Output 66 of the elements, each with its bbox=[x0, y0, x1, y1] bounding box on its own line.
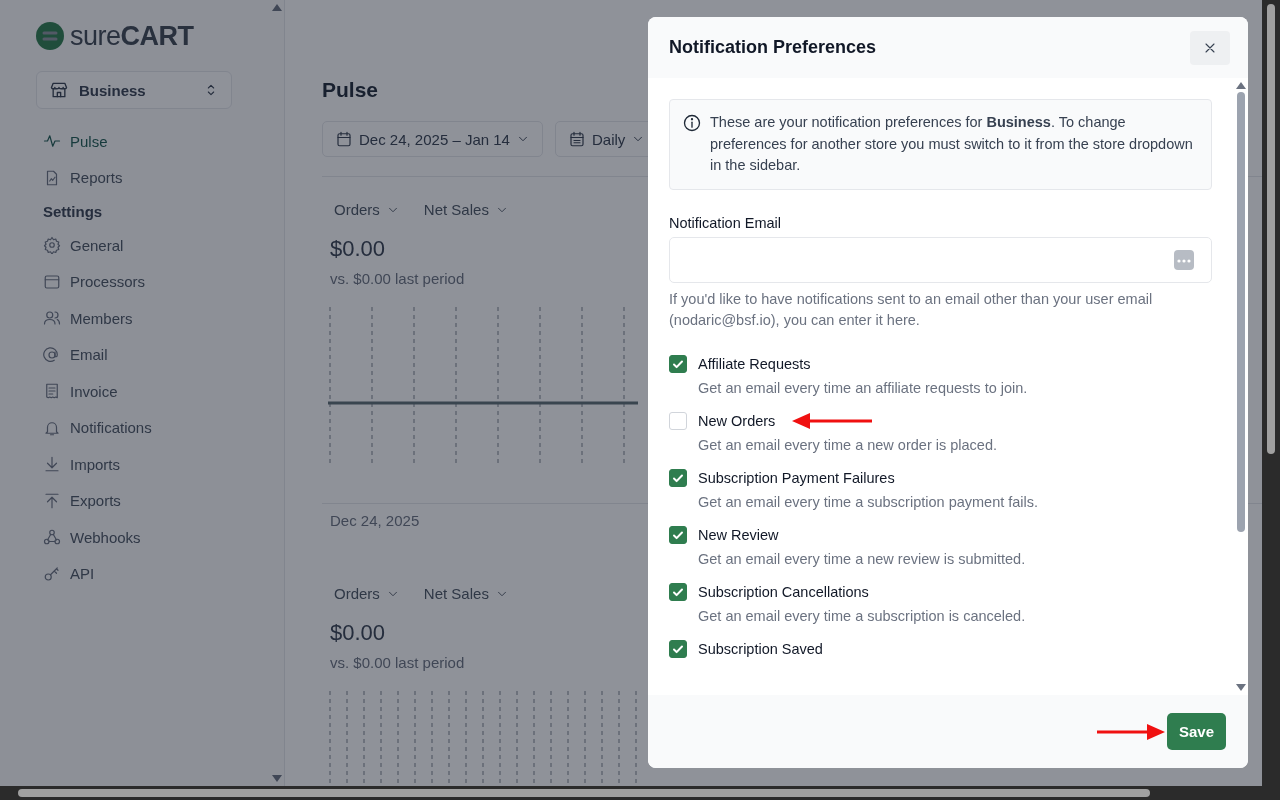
help-text: If you'd like to have notifications sent to an email other than your user email (nodaric@bsf.io), you can enter it here. bbox=[669, 289, 1154, 330]
gear-icon bbox=[43, 236, 61, 255]
filter-dropdown[interactable]: Dec 24, 2025 – Jan 14 bbox=[322, 121, 543, 157]
checkbox[interactable] bbox=[669, 468, 687, 487]
scrollbar[interactable] bbox=[1262, 0, 1280, 800]
checkbox-label: Affiliate Requests bbox=[698, 355, 811, 372]
section-heading: Settings bbox=[42, 202, 104, 222]
sidebar-item[interactable]: Processors bbox=[36, 263, 270, 300]
checkbox-description: Get an email every time a new order is placed. bbox=[698, 436, 998, 453]
axis-label: Dec 24, 2025 bbox=[330, 512, 420, 529]
sidebar-item[interactable]: General bbox=[36, 227, 270, 264]
checkbox[interactable] bbox=[669, 639, 687, 658]
card-icon bbox=[43, 272, 61, 291]
checkbox-label: Subscription Payment Failures bbox=[698, 469, 895, 486]
checkbox-label: New Review bbox=[698, 526, 779, 543]
checkbox-label: Subscription Saved bbox=[698, 640, 823, 657]
save-button[interactable]: Save bbox=[1166, 713, 1226, 750]
sidebar-item[interactable]: Email bbox=[36, 336, 270, 373]
at-sign-icon bbox=[43, 345, 61, 364]
sidebar-item[interactable]: Pulse bbox=[36, 123, 270, 160]
email-field[interactable] bbox=[669, 236, 1212, 283]
checkbox-description: Get an email every time a subscription payment fails. bbox=[698, 493, 1040, 510]
checkbox[interactable] bbox=[669, 582, 687, 601]
calendar-icon bbox=[567, 130, 586, 148]
sidebar-item[interactable]: Members bbox=[36, 300, 270, 337]
checkbox-description: Get an email every time a new review is submitted. bbox=[698, 550, 1027, 567]
field-label: Notification Email bbox=[669, 214, 782, 231]
key-icon bbox=[43, 564, 61, 583]
scrollbar[interactable] bbox=[0, 786, 1262, 800]
checkbox-label: New Orders bbox=[698, 412, 776, 429]
checkbox[interactable] bbox=[669, 525, 687, 544]
sidebar-item[interactable]: Invoice bbox=[36, 373, 270, 410]
calendar-icon bbox=[335, 130, 353, 148]
sidebar-item[interactable]: Reports bbox=[36, 159, 270, 196]
comparison-text: vs. $0.00 last period bbox=[330, 654, 465, 671]
store-icon bbox=[49, 80, 69, 100]
checkbox-label: Subscription Cancellations bbox=[698, 583, 869, 600]
store-switcher[interactable]: Business bbox=[36, 71, 232, 109]
page-title: Pulse bbox=[322, 78, 380, 102]
scrollbar[interactable] bbox=[270, 0, 285, 786]
download-icon bbox=[43, 455, 61, 474]
info-icon bbox=[682, 113, 702, 133]
metric-dropdown[interactable]: Orders bbox=[334, 201, 400, 218]
info-text: These are your notification preferences for Business. To change preferences for another store you must switch to it from the store dropdown in the sidebar. bbox=[710, 113, 1194, 175]
checkbox-description: Get an email every time a subscription is canceled. bbox=[698, 607, 1027, 624]
dots-icon[interactable] bbox=[1173, 248, 1195, 271]
webhook-icon bbox=[43, 528, 61, 547]
logo-text: sureCART bbox=[70, 20, 194, 52]
sidebar-item[interactable]: Notifications bbox=[36, 409, 270, 446]
sidebar-item[interactable]: Imports bbox=[36, 446, 270, 483]
metric-value: $0.00 bbox=[330, 620, 386, 646]
sidebar-item[interactable]: API bbox=[36, 555, 270, 592]
sidebar-item[interactable]: Exports bbox=[36, 482, 270, 519]
comparison-text: vs. $0.00 last period bbox=[330, 270, 465, 287]
sidebar-item[interactable]: Webhooks bbox=[36, 519, 270, 556]
metric-value: $0.00 bbox=[330, 236, 386, 262]
checkbox[interactable] bbox=[669, 354, 687, 373]
checkbox-description: Get an email every time an affiliate requests to join. bbox=[698, 379, 1029, 396]
metric-dropdown[interactable]: Net Sales bbox=[423, 585, 509, 602]
document-icon bbox=[43, 382, 61, 401]
dialog-title: Notification Preferences bbox=[669, 37, 877, 58]
metric-dropdown[interactable]: Orders bbox=[334, 585, 400, 602]
upload-icon bbox=[43, 491, 61, 510]
people-icon bbox=[43, 309, 61, 328]
logo-icon bbox=[36, 22, 64, 50]
metric-dropdown[interactable]: Net Sales bbox=[423, 201, 509, 218]
